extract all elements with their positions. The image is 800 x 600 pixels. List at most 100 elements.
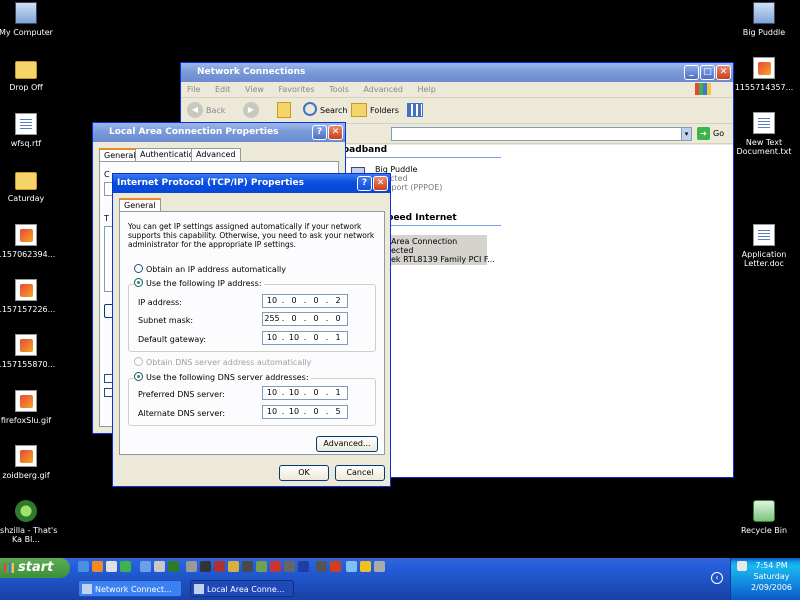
menu-file[interactable]: File bbox=[187, 85, 200, 94]
folders-icon[interactable] bbox=[351, 103, 367, 117]
views-icon[interactable] bbox=[407, 103, 423, 117]
taskbar-button-local-area-connection[interactable]: Local Area Conne... bbox=[190, 580, 294, 597]
subnet-mask-input[interactable]: 255. 0. 0. 0 bbox=[262, 312, 348, 326]
taskbar-button-network-connections[interactable]: Network Connect... bbox=[78, 580, 182, 597]
subnet-mask-label: Subnet mask: bbox=[138, 316, 194, 325]
menu-edit[interactable]: Edit bbox=[215, 85, 231, 94]
folders-button[interactable]: Folders bbox=[370, 106, 399, 115]
desktop-icon-big-puddle[interactable]: Big Puddle bbox=[732, 2, 796, 37]
chevron-down-icon[interactable]: ▾ bbox=[681, 127, 692, 141]
default-gateway-input[interactable]: 10. 10. 0. 1 bbox=[262, 331, 348, 345]
quick-launch-icon[interactable] bbox=[374, 561, 385, 572]
preferred-dns-label: Preferred DNS server: bbox=[138, 390, 225, 399]
search-icon[interactable] bbox=[303, 102, 317, 116]
close-button[interactable]: ✕ bbox=[716, 65, 731, 80]
ok-button[interactable]: OK bbox=[279, 465, 329, 481]
clock-time[interactable]: 7:54 PM bbox=[743, 560, 800, 571]
radio-use-ip[interactable]: Use the following IP address: bbox=[134, 278, 264, 288]
network-icon bbox=[753, 2, 775, 24]
cancel-button[interactable]: Cancel bbox=[335, 465, 385, 481]
desktop-icon-ashzilla[interactable]: Ashzilla - That's Ka Bl... bbox=[0, 500, 58, 544]
quick-launch-icon[interactable] bbox=[242, 561, 253, 572]
search-button[interactable]: Search bbox=[320, 106, 347, 115]
desktop-icon-image-2[interactable]: 1157157226... bbox=[0, 279, 58, 314]
tab-advanced[interactable]: Advanced bbox=[191, 148, 241, 161]
quick-launch-icon[interactable] bbox=[214, 561, 225, 572]
radio-use-dns[interactable]: Use the following DNS server addresses: bbox=[134, 372, 311, 382]
lan-window-titlebar[interactable]: Local Area Connection Properties ? ✕ bbox=[93, 123, 345, 142]
recycle-bin-icon bbox=[753, 500, 775, 522]
group-divider bbox=[385, 225, 501, 226]
radio-obtain-dns[interactable]: Obtain DNS server address automatically bbox=[134, 357, 311, 367]
maximize-button[interactable]: □ bbox=[700, 65, 715, 80]
tray-icon[interactable] bbox=[737, 561, 747, 571]
quick-launch-icon[interactable] bbox=[168, 561, 179, 572]
quick-launch-icon[interactable] bbox=[316, 561, 327, 572]
quick-launch-icon[interactable] bbox=[186, 561, 197, 572]
description-text: You can get IP settings assigned automat… bbox=[128, 222, 375, 249]
ip-address-input[interactable]: 10. 0. 0. 2 bbox=[262, 294, 348, 308]
tcpip-window-titlebar[interactable]: Internet Protocol (TCP/IP) Properties ? … bbox=[113, 174, 390, 193]
menu-favorites[interactable]: Favorites bbox=[279, 85, 315, 94]
quick-launch-icon[interactable] bbox=[330, 561, 341, 572]
desktop-icon-image-3[interactable]: 1157155870... bbox=[0, 334, 58, 369]
radio-obtain-ip[interactable]: Obtain an IP address automatically bbox=[134, 264, 286, 274]
desktop-icon-caturday[interactable]: Caturday bbox=[0, 168, 58, 203]
forward-arrow-icon[interactable]: ▶ bbox=[243, 102, 259, 118]
alternate-dns-input[interactable]: 10. 10. 0. 5 bbox=[262, 405, 348, 419]
quick-launch-icon[interactable] bbox=[270, 561, 281, 572]
quick-launch-icon[interactable] bbox=[298, 561, 309, 572]
quick-launch-icon[interactable] bbox=[346, 561, 357, 572]
quick-launch-icon[interactable] bbox=[256, 561, 267, 572]
quick-launch-icon[interactable] bbox=[120, 561, 131, 572]
image-icon bbox=[753, 57, 775, 79]
preferred-dns-input[interactable]: 10. 10. 0. 1 bbox=[262, 386, 348, 400]
group-high-speed: peed Internet bbox=[387, 213, 457, 223]
folder-icon bbox=[15, 172, 37, 190]
address-input[interactable] bbox=[391, 127, 691, 141]
quick-launch-icon[interactable] bbox=[200, 561, 211, 572]
quick-launch-icon[interactable] bbox=[154, 561, 165, 572]
clock-day: Saturday bbox=[753, 572, 790, 581]
go-arrow-icon[interactable]: ➜ bbox=[697, 127, 710, 140]
desktop-icon-my-computer[interactable]: My Computer bbox=[0, 2, 58, 37]
help-button[interactable]: ? bbox=[357, 176, 372, 191]
advanced-button[interactable]: Advanced... bbox=[316, 436, 378, 452]
desktop-icon-firefox-slu[interactable]: firefoxSlu.gif bbox=[0, 390, 58, 425]
chevron-left-icon[interactable]: ‹ bbox=[711, 572, 723, 584]
network-icon bbox=[194, 584, 204, 594]
desktop-icon-drop-off[interactable]: Drop Off bbox=[0, 57, 58, 92]
up-folder-icon[interactable] bbox=[277, 102, 291, 118]
quick-launch-icon[interactable] bbox=[140, 561, 151, 572]
menu-help[interactable]: Help bbox=[418, 85, 436, 94]
quick-launch-icon[interactable] bbox=[106, 561, 117, 572]
close-button[interactable]: ✕ bbox=[328, 125, 343, 140]
go-button[interactable]: Go bbox=[713, 129, 724, 138]
desktop-icon-recycle-bin[interactable]: Recycle Bin bbox=[732, 500, 796, 535]
close-button[interactable]: ✕ bbox=[373, 176, 388, 191]
document-icon bbox=[753, 224, 775, 246]
menu-tools[interactable]: Tools bbox=[329, 85, 349, 94]
quick-launch-icon[interactable] bbox=[228, 561, 239, 572]
desktop-icon-zoidberg[interactable]: zoidberg.gif bbox=[0, 445, 58, 480]
network-icon bbox=[82, 584, 92, 594]
network-window-titlebar[interactable]: Network Connections _ □ ✕ bbox=[181, 63, 733, 82]
start-button[interactable]: start bbox=[0, 558, 70, 578]
desktop-icon-new-text-document[interactable]: New Text Document.txt bbox=[732, 112, 796, 156]
quick-launch-icon[interactable] bbox=[78, 561, 89, 572]
quick-launch-icon[interactable] bbox=[92, 561, 103, 572]
minimize-button[interactable]: _ bbox=[684, 65, 699, 80]
menu-advanced[interactable]: Advanced bbox=[363, 85, 403, 94]
quick-launch-icon[interactable] bbox=[284, 561, 295, 572]
menu-view[interactable]: View bbox=[245, 85, 264, 94]
help-button[interactable]: ? bbox=[312, 125, 327, 140]
desktop-icon-image-1[interactable]: 1157062394... bbox=[0, 224, 58, 259]
desktop-icon-wfsq[interactable]: wfsq.rtf bbox=[0, 113, 58, 148]
windows-logo-icon bbox=[695, 83, 711, 95]
desktop-icon-image-4[interactable]: 1155714357... bbox=[732, 57, 796, 92]
back-arrow-icon[interactable]: ◀ bbox=[187, 102, 203, 118]
tab-general[interactable]: General bbox=[119, 198, 161, 211]
connection-local-area[interactable]: Area Connection ected ek RTL8139 Family … bbox=[391, 235, 495, 265]
quick-launch-icon[interactable] bbox=[360, 561, 371, 572]
desktop-icon-application-letter[interactable]: Application Letter.doc bbox=[732, 224, 796, 268]
